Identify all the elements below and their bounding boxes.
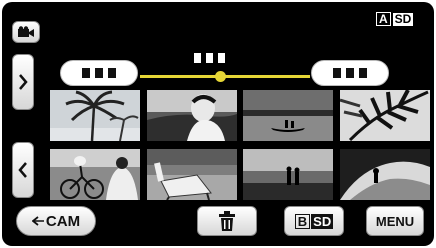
timeline-bar[interactable] (140, 75, 220, 78)
arrow-left-icon (31, 216, 44, 226)
menu-button[interactable]: MENU (366, 206, 424, 236)
timeline-bar-right[interactable] (220, 75, 310, 78)
chevron-left-icon (18, 162, 27, 178)
thumb-cyclists[interactable] (50, 149, 140, 200)
thumb-wave-surfer[interactable] (340, 149, 430, 200)
cam-label: CAM (45, 212, 81, 230)
thumb-couple-beach[interactable] (243, 149, 333, 200)
quality-switch-label: SD (311, 213, 334, 229)
thumb-woman-beach[interactable] (147, 90, 237, 141)
screen: A SD CAM B SD MENU (2, 2, 434, 246)
trash-icon (219, 211, 235, 231)
movie-mode-button[interactable] (12, 21, 40, 43)
timeline-knob[interactable] (215, 71, 226, 82)
date-prev-pill[interactable] (60, 60, 138, 86)
menu-label: MENU (375, 213, 415, 229)
thumb-palm-tree[interactable] (50, 90, 140, 141)
prev-page-button[interactable] (12, 142, 34, 198)
thumb-beach-chair[interactable] (147, 149, 237, 200)
next-page-button[interactable] (12, 54, 34, 110)
quality-badge: A SD (376, 11, 414, 26)
delete-button[interactable] (197, 206, 257, 236)
thumb-canoe-sunset[interactable] (243, 90, 333, 141)
movie-camera-icon (18, 26, 34, 37)
quality-switch-prefix: B (294, 213, 311, 229)
quality-label: SD (392, 11, 414, 26)
cam-switch-button[interactable]: CAM (16, 206, 96, 236)
quality-switch-button[interactable]: B SD (284, 206, 344, 236)
thumb-palm-leaves[interactable] (340, 90, 430, 141)
chevron-right-icon (19, 74, 28, 90)
date-next-pill[interactable] (311, 60, 389, 86)
date-indicator (194, 53, 225, 63)
quality-prefix: A (376, 12, 391, 26)
